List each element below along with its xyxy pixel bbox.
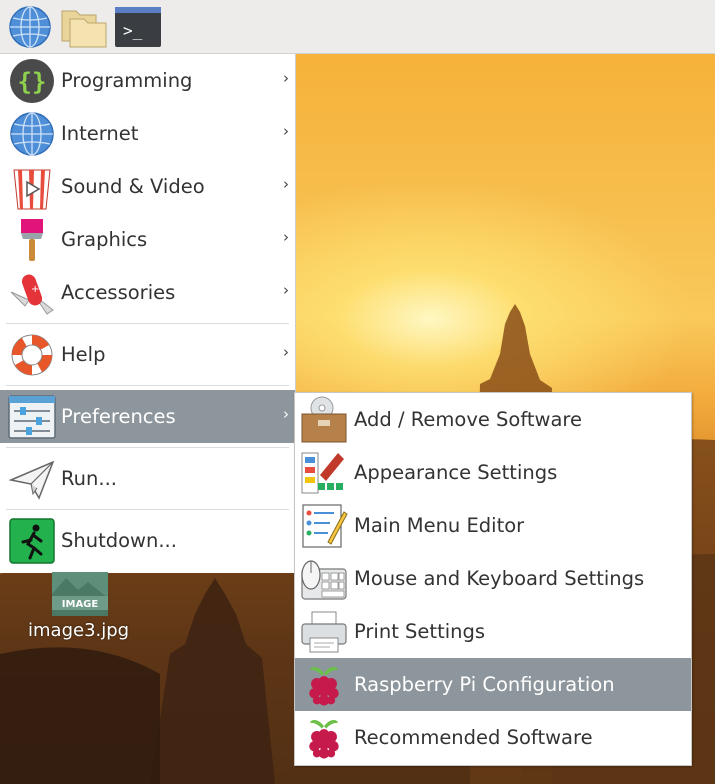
popcorn-icon xyxy=(8,163,56,211)
preferences-submenu: Add / Remove Software Appearance Setting… xyxy=(294,392,692,766)
menu-item-shutdown[interactable]: Shutdown... xyxy=(0,514,295,567)
printer-icon xyxy=(300,608,348,656)
chevron-right-icon: › xyxy=(283,228,289,246)
svg-text:{}: {} xyxy=(18,68,47,96)
lifebuoy-icon xyxy=(8,331,56,379)
menu-item-help[interactable]: Help › xyxy=(0,328,295,381)
menu-separator xyxy=(6,509,289,510)
chevron-right-icon: › xyxy=(283,281,289,299)
menu-separator xyxy=(6,385,289,386)
submenu-item-print-settings[interactable]: Print Settings xyxy=(295,605,691,658)
menu-separator xyxy=(6,323,289,324)
sliders-icon xyxy=(8,393,56,441)
terminal-icon: >_ xyxy=(115,6,161,47)
submenu-item-raspberry-pi-configuration[interactable]: Raspberry Pi Configuration xyxy=(295,658,691,711)
menu-item-sound-video[interactable]: Sound & Video › xyxy=(0,160,295,213)
desktop-file-image3[interactable]: IMAGE xyxy=(28,572,138,620)
exit-icon xyxy=(8,517,56,565)
submenu-item-recommended-software[interactable]: Recommended Software xyxy=(295,711,691,764)
menu-editor-icon xyxy=(300,502,348,550)
chevron-right-icon: › xyxy=(283,69,289,87)
submenu-item-label: Raspberry Pi Configuration xyxy=(354,673,615,696)
mouse-keyboard-icon xyxy=(300,555,348,603)
globe-icon xyxy=(8,110,56,158)
pocket-knife-icon: + xyxy=(8,269,56,317)
appearance-icon xyxy=(300,449,348,497)
submenu-item-label: Recommended Software xyxy=(354,726,593,749)
svg-text:+: + xyxy=(31,284,39,295)
paper-plane-icon xyxy=(8,455,56,503)
menu-item-label: Help xyxy=(61,343,106,366)
svg-text:>_: >_ xyxy=(123,21,143,40)
submenu-item-appearance-settings[interactable]: Appearance Settings xyxy=(295,446,691,499)
svg-text:IMAGE: IMAGE xyxy=(62,599,99,610)
terminal-button[interactable]: >_ xyxy=(114,3,162,51)
submenu-item-label: Print Settings xyxy=(354,620,486,643)
menu-item-preferences[interactable]: Preferences › xyxy=(0,390,295,443)
raspberry-icon xyxy=(300,661,348,709)
browser-button[interactable] xyxy=(6,3,54,51)
main-menu: {} Programming › Internet › Sound & Vide… xyxy=(0,54,296,573)
menu-item-internet[interactable]: Internet › xyxy=(0,107,295,160)
menu-item-label: Programming xyxy=(61,69,193,92)
submenu-item-label: Add / Remove Software xyxy=(354,408,583,431)
menu-item-run[interactable]: Run... xyxy=(0,452,295,505)
desktop-file-label: image3.jpg xyxy=(28,620,130,641)
submenu-item-mouse-keyboard-settings[interactable]: Mouse and Keyboard Settings xyxy=(295,552,691,605)
folder-icon xyxy=(61,10,107,47)
submenu-item-label: Mouse and Keyboard Settings xyxy=(354,567,645,590)
menu-item-label: Run... xyxy=(61,467,117,490)
menu-item-label: Sound & Video xyxy=(61,175,205,198)
menu-item-accessories[interactable]: + Accessories › xyxy=(0,266,295,319)
menu-item-graphics[interactable]: Graphics › xyxy=(0,213,295,266)
submenu-item-label: Appearance Settings xyxy=(354,461,558,484)
programming-icon: {} xyxy=(8,57,56,105)
chevron-right-icon: › xyxy=(283,175,289,193)
taskbar-panel: >_ xyxy=(0,0,715,573)
menu-item-label: Preferences xyxy=(61,405,176,428)
menu-separator xyxy=(6,447,289,448)
menu-item-label: Internet xyxy=(61,122,139,145)
menu-item-label: Accessories xyxy=(61,281,176,304)
menu-item-programming[interactable]: {} Programming › xyxy=(0,54,295,107)
chevron-right-icon: › xyxy=(283,405,289,423)
submenu-item-label: Main Menu Editor xyxy=(354,514,525,537)
paintbrush-icon xyxy=(8,216,56,264)
globe-icon xyxy=(9,5,51,48)
package-icon xyxy=(300,396,348,444)
menu-item-label: Shutdown... xyxy=(61,529,177,552)
image-file-icon: IMAGE xyxy=(52,572,108,616)
raspberry-icon xyxy=(300,714,348,762)
file-manager-button[interactable] xyxy=(60,3,108,51)
submenu-item-main-menu-editor[interactable]: Main Menu Editor xyxy=(295,499,691,552)
chevron-right-icon: › xyxy=(283,122,289,140)
menu-item-label: Graphics xyxy=(61,228,148,251)
chevron-right-icon: › xyxy=(283,343,289,361)
submenu-item-add-remove-software[interactable]: Add / Remove Software xyxy=(295,393,691,446)
